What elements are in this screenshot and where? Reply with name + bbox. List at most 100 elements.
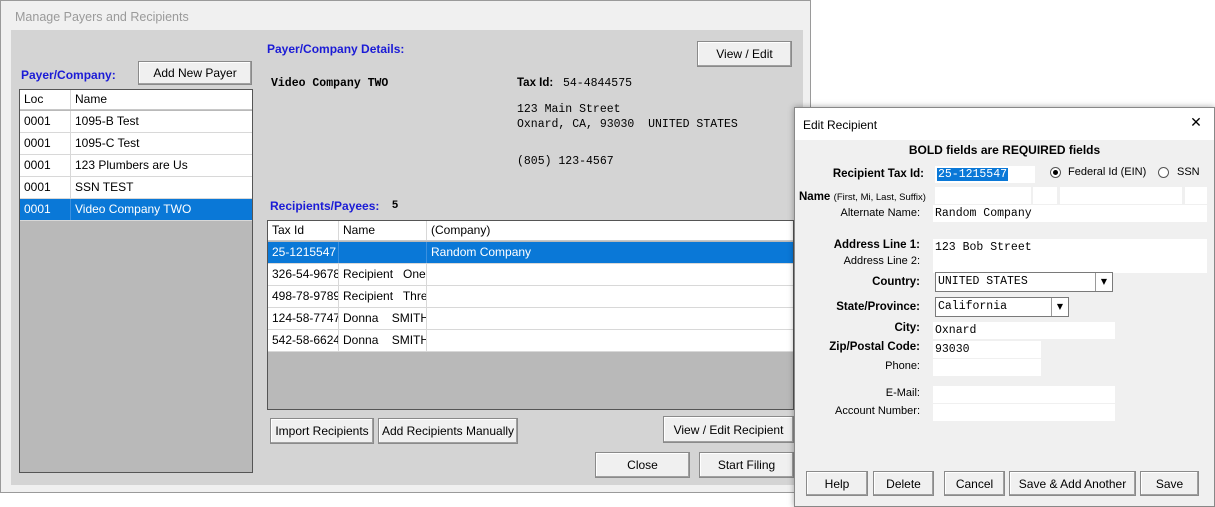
phone-label: Phone:	[885, 360, 920, 372]
company-address-line1: 123 Main Street	[517, 103, 621, 116]
recipient-company-cell	[427, 330, 793, 351]
address1-label: Address Line 1:	[833, 239, 920, 251]
city-label: City:	[894, 322, 920, 334]
state-select[interactable]: California ▼	[935, 297, 1069, 317]
tax-id-label: Tax Id:	[517, 77, 554, 89]
window-title: Manage Payers and Recipients	[15, 10, 189, 24]
federal-id-radio[interactable]	[1050, 167, 1061, 178]
add-recipients-manually-button[interactable]: Add Recipients Manually	[378, 418, 518, 444]
first-name-input[interactable]	[935, 187, 1031, 204]
start-filing-button[interactable]: Start Filing	[699, 452, 794, 478]
column-header-loc[interactable]: Loc	[20, 90, 71, 109]
chevron-down-icon[interactable]: ▼	[1051, 298, 1068, 316]
email-input[interactable]	[933, 386, 1115, 403]
column-header-tax-id[interactable]: Tax Id	[268, 221, 339, 240]
recipient-grid-header: Tax Id Name (Company)	[268, 221, 793, 241]
address1-input[interactable]: 123 Bob Street	[933, 239, 1207, 256]
ssn-label: SSN	[1177, 166, 1200, 178]
tax-id-value: 54-4844575	[563, 77, 633, 90]
country-selected-value: UNITED STATES	[938, 275, 1028, 288]
recipient-row[interactable]: 542-58-6624 Donna SMITH	[268, 330, 793, 352]
view-edit-recipient-button[interactable]: View / Edit Recipient	[663, 416, 794, 443]
alternate-name-label: Alternate Name:	[840, 207, 920, 219]
column-header-name[interactable]: Name	[71, 90, 252, 109]
recipient-row[interactable]: 498-78-9789 Recipient Three	[268, 286, 793, 308]
recipient-grid[interactable]: Tax Id Name (Company) 25-1215547 Random C…	[267, 220, 794, 410]
payer-details-label: Payer/Company Details:	[267, 42, 405, 56]
payer-row[interactable]: 0001 123 Plumbers are Us	[20, 155, 252, 177]
required-fields-note: BOLD fields are REQUIRED fields	[908, 143, 1101, 157]
tax-id-input[interactable]: 25-1215547	[935, 166, 1035, 183]
recipient-name-cell: Recipient Three	[339, 286, 427, 307]
help-button[interactable]: Help	[806, 471, 868, 496]
delete-button[interactable]: Delete	[873, 471, 934, 496]
ssn-radio[interactable]	[1158, 167, 1169, 178]
phone-input[interactable]	[933, 359, 1041, 376]
state-selected-value: California	[938, 300, 1008, 313]
save-add-another-button[interactable]: Save & Add Another	[1009, 471, 1136, 496]
last-name-input[interactable]	[1060, 187, 1182, 204]
recipient-company-cell	[427, 264, 793, 285]
company-address-line2: Oxnard, CA, 93030 UNITED STATES	[517, 118, 738, 131]
middle-initial-input[interactable]	[1033, 187, 1057, 204]
cancel-button[interactable]: Cancel	[944, 471, 1005, 496]
alternate-name-input[interactable]: Random Company	[933, 205, 1207, 222]
federal-id-label: Federal Id (EIN)	[1068, 166, 1147, 178]
close-icon[interactable]: ✕	[1185, 115, 1207, 133]
zip-label: Zip/Postal Code:	[829, 341, 920, 353]
payer-loc-cell: 0001	[20, 155, 71, 176]
payer-loc-cell: 0001	[20, 199, 71, 220]
recipient-row[interactable]: 326-54-9678 Recipient One	[268, 264, 793, 286]
recipient-row[interactable]: 25-1215547 Random Company	[268, 242, 793, 264]
add-new-payer-button[interactable]: Add New Payer	[138, 61, 252, 85]
recipients-label: Recipients/Payees:	[270, 199, 380, 213]
recipient-row[interactable]: 124-58-7747 Donna SMITH	[268, 308, 793, 330]
company-name: Video Company TWO	[271, 77, 389, 90]
payer-loc-cell: 0001	[20, 111, 71, 132]
payer-loc-cell: 0001	[20, 177, 71, 198]
import-recipients-button[interactable]: Import Recipients	[270, 418, 374, 444]
address2-label: Address Line 2:	[843, 255, 920, 267]
payer-row[interactable]: 0001 SSN TEST	[20, 177, 252, 199]
tax-id-selected-text: 25-1215547	[937, 168, 1009, 181]
recipient-tax-id-cell: 25-1215547	[268, 242, 339, 263]
recipient-tax-id-cell: 326-54-9678	[268, 264, 339, 285]
city-input[interactable]: Oxnard	[933, 322, 1115, 339]
payer-name-cell: 1095-C Test	[75, 136, 140, 150]
chevron-down-icon[interactable]: ▼	[1095, 273, 1112, 291]
zip-input[interactable]: 93030	[933, 341, 1041, 358]
recipients-count: 5	[392, 199, 399, 211]
recipient-tax-id-cell: 124-58-7747	[268, 308, 339, 329]
recipient-name-cell: Recipient One	[339, 264, 427, 285]
view-edit-button[interactable]: View / Edit	[697, 41, 792, 67]
dialog-titlebar[interactable]: Edit Recipient ✕	[795, 108, 1214, 140]
payer-row[interactable]: 0001 1095-C Test	[20, 133, 252, 155]
payer-row[interactable]: 0001 1095-B Test	[20, 111, 252, 133]
recipient-name-cell: Donna SMITH	[339, 308, 427, 329]
payer-name-cell: Video Company TWO	[75, 202, 192, 216]
column-header-name[interactable]: Name	[339, 221, 427, 240]
email-label: E-Mail:	[885, 387, 920, 399]
payer-grid-header: Loc Name	[20, 90, 252, 110]
save-button[interactable]: Save	[1140, 471, 1199, 496]
country-label: Country:	[872, 276, 920, 288]
recipient-name-cell	[339, 242, 427, 263]
payer-name-cell: 123 Plumbers are Us	[75, 158, 188, 172]
account-number-input[interactable]	[933, 404, 1115, 421]
suffix-input[interactable]	[1185, 187, 1207, 204]
recipient-name-cell: Donna SMITH	[339, 330, 427, 351]
payer-loc-cell: 0001	[20, 133, 71, 154]
recipient-tax-id-cell: 498-78-9789	[268, 286, 339, 307]
payer-grid[interactable]: Loc Name 0001 1095-B Test 0001 1095-C Test 0…	[19, 89, 253, 473]
recipient-company-cell	[427, 286, 793, 307]
tax-id-label: Recipient Tax Id:	[832, 168, 924, 180]
column-header-company[interactable]: (Company)	[427, 221, 793, 240]
recipient-company-cell	[427, 308, 793, 329]
country-select[interactable]: UNITED STATES ▼	[935, 272, 1113, 292]
address2-input[interactable]	[933, 256, 1207, 273]
close-button[interactable]: Close	[595, 452, 690, 478]
payer-row[interactable]: 0001 Video Company TWO	[20, 199, 252, 221]
edit-recipient-dialog: Edit Recipient ✕ BOLD fields are REQUIRE…	[794, 107, 1215, 507]
company-phone: (805) 123-4567	[517, 155, 614, 168]
dialog-title: Edit Recipient	[803, 118, 878, 132]
